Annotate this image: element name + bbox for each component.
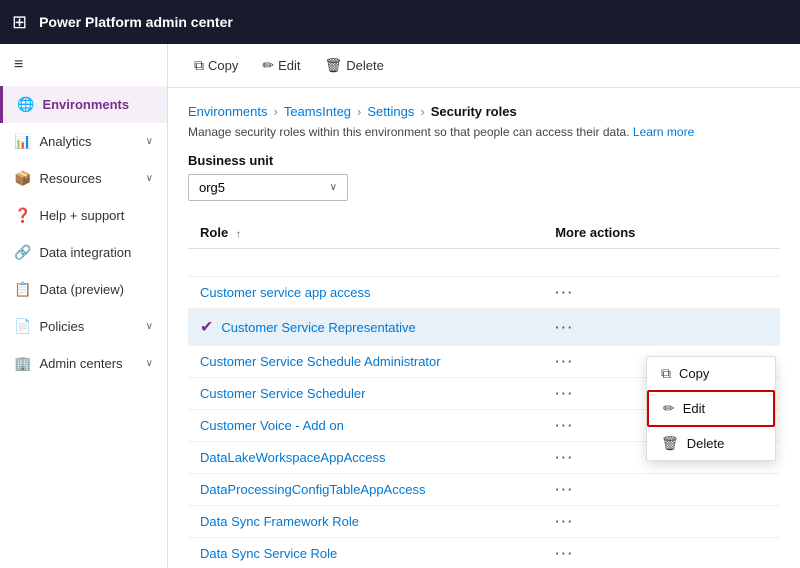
dropdown-arrow-icon: ∨ — [330, 182, 337, 193]
role-cell: Customer Service Scheduler — [188, 378, 543, 410]
sort-icon: ↑ — [236, 229, 241, 240]
breadcrumb-environments[interactable]: Environments — [188, 104, 267, 119]
waffle-icon[interactable]: ⊞ — [12, 12, 27, 33]
actions-cell[interactable]: ··· — [543, 538, 780, 568]
role-name[interactable]: Customer Service Representative — [221, 320, 415, 335]
sidebar: ≡ 🌐 Environments 📊 Analytics ∨ 📦 Resourc… — [0, 44, 168, 568]
table-row: Data Sync Service Role ··· — [188, 538, 780, 568]
breadcrumb-current: Security roles — [431, 104, 517, 119]
table-row: ... — [188, 249, 780, 277]
resources-icon: 📦 — [14, 170, 31, 187]
edit-label: Edit — [278, 58, 300, 73]
breadcrumb-teamsinteg[interactable]: TeamsInteg — [284, 104, 351, 119]
main-content: Environments › TeamsInteg › Settings › S… — [168, 88, 800, 568]
role-cell: Customer service app access — [188, 277, 543, 309]
table-row: Customer service app access ··· — [188, 277, 780, 309]
context-copy-label: Copy — [679, 366, 709, 381]
role-cell: ✔ Customer Service Representative — [188, 309, 543, 346]
copy-button[interactable]: ⧉ Copy — [184, 51, 248, 80]
sidebar-item-label: Policies — [39, 319, 137, 334]
copy-label: Copy — [208, 58, 238, 73]
sidebar-item-label: Resources — [39, 171, 137, 186]
actions-cell[interactable]: ··· — [543, 277, 780, 309]
sidebar-item-label: Help + support — [39, 208, 153, 223]
edit-icon: ✏ — [663, 400, 675, 417]
context-menu-delete[interactable]: 🗑 Delete — [647, 427, 775, 460]
role-name[interactable]: Customer Service Schedule Administrator — [200, 354, 441, 369]
sidebar-item-resources[interactable]: 📦 Resources ∨ — [0, 160, 167, 197]
business-unit-label: Business unit — [188, 153, 780, 168]
context-delete-label: Delete — [687, 436, 725, 451]
sidebar-item-analytics[interactable]: 📊 Analytics ∨ — [0, 123, 167, 160]
role-name[interactable]: Data Sync Framework Role — [200, 514, 359, 529]
business-unit-value: org5 — [199, 180, 330, 195]
role-column-header[interactable]: Role ↑ — [188, 217, 543, 249]
copy-icon: ⧉ — [194, 57, 204, 74]
breadcrumb: Environments › TeamsInteg › Settings › S… — [188, 104, 780, 119]
copy-icon: ⧉ — [661, 365, 671, 382]
chevron-down-icon: ∨ — [146, 136, 153, 147]
role-name[interactable]: Data Sync Service Role — [200, 546, 337, 561]
edit-button[interactable]: ✏ Edit — [252, 51, 310, 80]
sidebar-item-help-support[interactable]: ❓ Help + support — [0, 197, 167, 234]
data-preview-icon: 📋 — [14, 281, 31, 298]
chevron-down-icon: ∨ — [146, 358, 153, 369]
toolbar: ⧉ Copy ✏ Edit 🗑 Delete — [168, 44, 800, 88]
sidebar-item-label: Analytics — [39, 134, 137, 149]
role-name[interactable]: Customer Voice - Add on — [200, 418, 344, 433]
role-name[interactable]: Customer Service Scheduler — [200, 386, 365, 401]
role-cell: Data Sync Framework Role — [188, 506, 543, 538]
help-icon: ❓ — [14, 207, 31, 224]
hamburger-button[interactable]: ≡ — [0, 44, 167, 86]
admin-centers-icon: 🏢 — [14, 355, 31, 372]
more-actions-column-header: More actions — [543, 217, 780, 249]
app-title: Power Platform admin center — [39, 14, 233, 30]
data-integration-icon: 🔗 — [14, 244, 31, 261]
body-row: ≡ 🌐 Environments 📊 Analytics ∨ 📦 Resourc… — [0, 44, 800, 568]
delete-button[interactable]: 🗑 Delete — [315, 51, 394, 80]
role-name[interactable]: Customer service app access — [200, 285, 371, 300]
breadcrumb-settings[interactable]: Settings — [367, 104, 414, 119]
role-cell: Customer Service Schedule Administrator — [188, 346, 543, 378]
learn-more-link[interactable]: Learn more — [633, 125, 694, 139]
page-description: Manage security roles within this enviro… — [188, 125, 780, 139]
sidebar-item-label: Admin centers — [39, 356, 137, 371]
actions-cell[interactable]: ··· — [543, 506, 780, 538]
sidebar-item-admin-centers[interactable]: 🏢 Admin centers ∨ — [0, 345, 167, 382]
sidebar-item-data-preview[interactable]: 📋 Data (preview) — [0, 271, 167, 308]
sidebar-item-environments[interactable]: 🌐 Environments — [0, 86, 167, 123]
role-cell: DataLakeWorkspaceAppAccess — [188, 442, 543, 474]
top-nav: ⊞ Power Platform admin center — [0, 0, 800, 44]
role-cell: Customer Voice - Add on — [188, 410, 543, 442]
chevron-down-icon: ∨ — [146, 173, 153, 184]
context-menu-copy[interactable]: ⧉ Copy — [647, 357, 775, 390]
edit-icon: ✏ — [262, 57, 274, 74]
delete-label: Delete — [346, 58, 384, 73]
role-name[interactable]: DataLakeWorkspaceAppAccess — [200, 450, 385, 465]
environments-icon: 🌐 — [17, 96, 34, 113]
table-row-selected: ✔ Customer Service Representative ··· — [188, 309, 780, 346]
actions-cell[interactable]: ··· — [543, 474, 780, 506]
actions-cell-selected[interactable]: ··· — [543, 309, 780, 346]
delete-icon: 🗑 — [661, 435, 679, 452]
business-unit-dropdown[interactable]: org5 ∨ — [188, 174, 348, 201]
sidebar-item-data-integration[interactable]: 🔗 Data integration — [0, 234, 167, 271]
table-row: Data Sync Framework Role ··· — [188, 506, 780, 538]
sidebar-item-label: Environments — [42, 97, 153, 112]
policies-icon: 📄 — [14, 318, 31, 335]
selected-check-icon: ✔ — [200, 317, 213, 337]
table-row: DataProcessingConfigTableAppAccess ··· — [188, 474, 780, 506]
context-menu: ⧉ Copy ✏ Edit 🗑 Delete — [646, 356, 776, 461]
context-menu-edit[interactable]: ✏ Edit — [647, 390, 775, 427]
sidebar-item-policies[interactable]: 📄 Policies ∨ — [0, 308, 167, 345]
sidebar-item-label: Data (preview) — [39, 282, 153, 297]
context-edit-label: Edit — [683, 401, 705, 416]
chevron-down-icon: ∨ — [146, 321, 153, 332]
role-cell: DataProcessingConfigTableAppAccess — [188, 474, 543, 506]
delete-icon: 🗑 — [325, 57, 343, 74]
sidebar-item-label: Data integration — [39, 245, 153, 260]
role-cell: Data Sync Service Role — [188, 538, 543, 568]
role-name[interactable]: DataProcessingConfigTableAppAccess — [200, 482, 425, 497]
analytics-icon: 📊 — [14, 133, 31, 150]
